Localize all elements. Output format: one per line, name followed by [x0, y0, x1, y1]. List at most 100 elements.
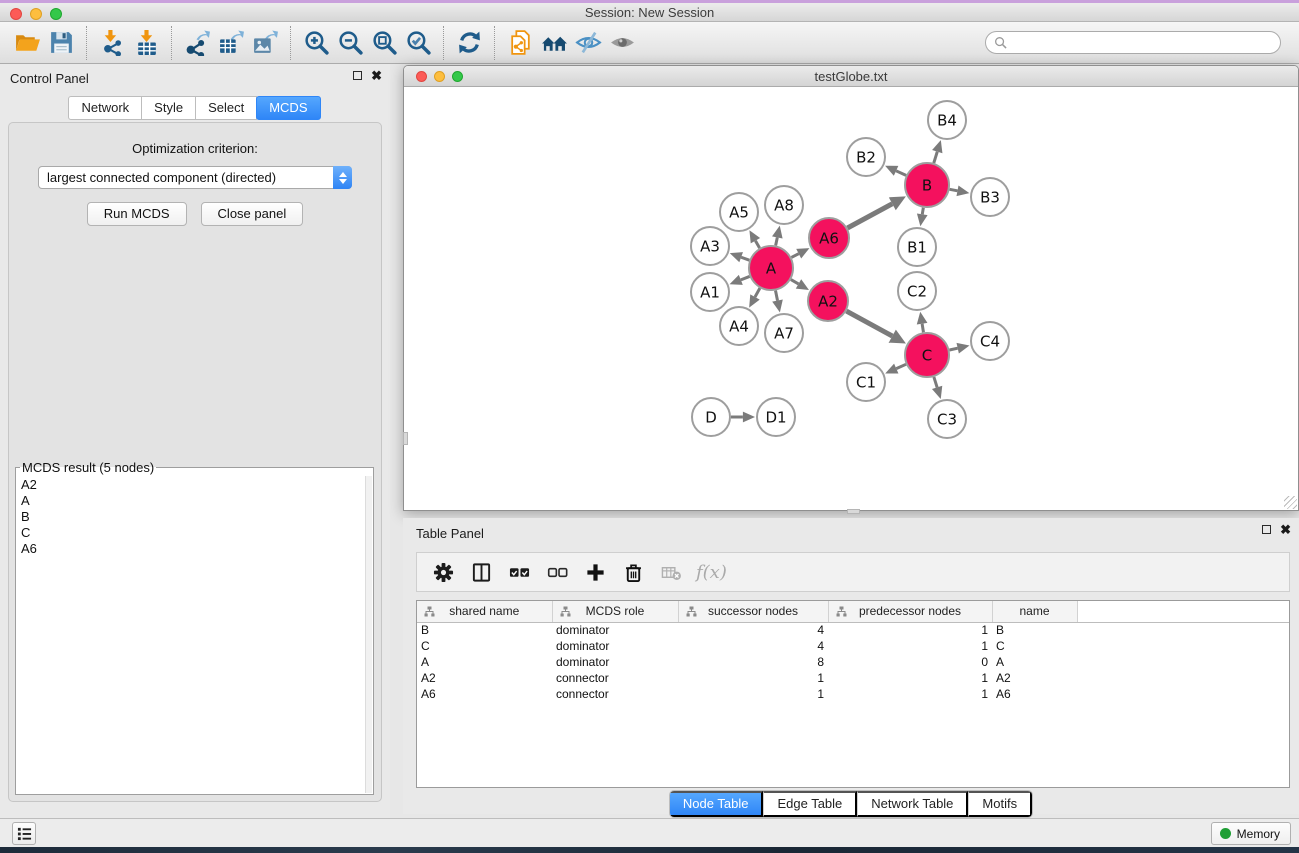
table-cell[interactable]: connector	[552, 670, 678, 686]
optimization-criterion-select[interactable]: largest connected component (directed)	[38, 166, 352, 189]
mcds-result-list[interactable]: A2ABCA6	[16, 475, 365, 794]
tab-style[interactable]: Style	[141, 96, 196, 120]
zoom-selected-button[interactable]	[401, 26, 435, 60]
tab-node-table[interactable]: Node Table	[670, 791, 764, 817]
table-cell[interactable]: 1	[828, 670, 992, 686]
import-table-button[interactable]	[129, 26, 163, 60]
network-graph[interactable]: ABCA6A2A1A3A4A5A7A8B1B2B3B4C1C2C3C4DD1	[404, 87, 1298, 510]
table-row[interactable]: A2connector11A2	[417, 670, 1289, 686]
table-cell[interactable]: 1	[828, 686, 992, 702]
hide-selected-button[interactable]	[571, 26, 605, 60]
graph-edge[interactable]	[847, 204, 892, 228]
graph-edge[interactable]	[949, 348, 957, 350]
graph-edge[interactable]	[922, 208, 923, 215]
table-cell[interactable]: 1	[678, 670, 828, 686]
graph-edge[interactable]	[791, 280, 799, 284]
graph-edge[interactable]	[922, 324, 923, 333]
add-column-button[interactable]	[578, 556, 612, 588]
close-panel-icon[interactable]: ✖	[371, 70, 382, 81]
search-field[interactable]	[985, 31, 1281, 54]
table-cell[interactable]: C	[417, 638, 552, 654]
delete-column-button[interactable]	[616, 556, 650, 588]
graph-edge[interactable]	[741, 257, 749, 260]
zoom-in-button[interactable]	[299, 26, 333, 60]
table-cell[interactable]: 8	[678, 654, 828, 670]
column-header-MCDS-role[interactable]: MCDS role	[552, 601, 678, 622]
search-input[interactable]	[1012, 36, 1272, 50]
show-all-button[interactable]	[605, 26, 639, 60]
run-mcds-button[interactable]: Run MCDS	[87, 202, 187, 226]
network-window-titlebar[interactable]: testGlobe.txt	[404, 66, 1298, 87]
graph-edge[interactable]	[934, 377, 937, 387]
zoom-out-button[interactable]	[333, 26, 367, 60]
select-all-button[interactable]	[502, 556, 536, 588]
column-header-successor-nodes[interactable]: successor nodes	[678, 601, 828, 622]
export-table-button[interactable]	[214, 26, 248, 60]
column-header-shared-name[interactable]: shared name	[417, 601, 552, 622]
table-cell[interactable]: connector	[552, 686, 678, 702]
tab-select[interactable]: Select	[195, 96, 257, 120]
refresh-view-button[interactable]	[452, 26, 486, 60]
show-tasks-button[interactable]	[12, 822, 36, 845]
mcds-result-item[interactable]: A2	[21, 477, 365, 493]
float-panel-icon[interactable]	[353, 71, 362, 80]
table-cell[interactable]: A2	[992, 670, 1077, 686]
table-cell[interactable]: 1	[828, 622, 992, 638]
table-cell[interactable]: dominator	[552, 638, 678, 654]
graph-edge[interactable]	[755, 241, 759, 248]
import-network-button[interactable]	[95, 26, 129, 60]
column-header-name[interactable]: name	[992, 601, 1077, 622]
tab-network-table[interactable]: Network Table	[857, 791, 968, 817]
export-network-button[interactable]	[180, 26, 214, 60]
mcds-result-item[interactable]: A6	[21, 541, 365, 557]
close-panel-button[interactable]: Close panel	[201, 202, 304, 226]
tab-network[interactable]: Network	[68, 96, 142, 120]
clone-network-button[interactable]	[503, 26, 537, 60]
open-session-button[interactable]	[10, 26, 44, 60]
graph-edge[interactable]	[755, 288, 760, 297]
table-cell[interactable]: C	[992, 638, 1077, 654]
graph-edge[interactable]	[896, 364, 906, 368]
graph-edge[interactable]	[950, 189, 958, 191]
mcds-scrollbar[interactable]	[365, 476, 372, 793]
table-cell[interactable]: B	[417, 622, 552, 638]
table-cell[interactable]: 4	[678, 622, 828, 638]
table-cell[interactable]: A6	[992, 686, 1077, 702]
network-canvas[interactable]: ABCA6A2A1A3A4A5A7A8B1B2B3B4C1C2C3C4DD1	[404, 87, 1298, 510]
table-cell[interactable]: dominator	[552, 654, 678, 670]
table-row[interactable]: A6connector11A6	[417, 686, 1289, 702]
graph-edge[interactable]	[934, 152, 938, 163]
tab-motifs[interactable]: Motifs	[968, 791, 1032, 817]
graph-edge[interactable]	[776, 291, 778, 301]
save-session-button[interactable]	[44, 26, 78, 60]
graph-edge[interactable]	[791, 254, 798, 258]
tab-edge-table[interactable]: Edge Table	[763, 791, 857, 817]
column-header-predecessor-nodes[interactable]: predecessor nodes	[828, 601, 992, 622]
mcds-result-item[interactable]: C	[21, 525, 365, 541]
graph-edge[interactable]	[741, 276, 750, 279]
home-view-button[interactable]	[537, 26, 571, 60]
graph-edge[interactable]	[846, 311, 892, 336]
graph-edge[interactable]	[896, 171, 906, 176]
show-columns-button[interactable]	[464, 556, 498, 588]
table-row[interactable]: Bdominator41B	[417, 622, 1289, 638]
graph-edge[interactable]	[776, 237, 778, 245]
table-row[interactable]: Cdominator41C	[417, 638, 1289, 654]
table-cell[interactable]: B	[992, 622, 1077, 638]
table-cell[interactable]: A6	[417, 686, 552, 702]
splitter-handle-left[interactable]	[403, 432, 408, 445]
table-cell[interactable]: A2	[417, 670, 552, 686]
table-cell[interactable]: 1	[678, 686, 828, 702]
close-table-panel-icon[interactable]: ✖	[1280, 524, 1291, 535]
table-settings-button[interactable]	[426, 556, 460, 588]
float-table-panel-icon[interactable]	[1262, 525, 1271, 534]
resize-grip[interactable]	[1284, 496, 1297, 509]
mcds-result-item[interactable]: A	[21, 493, 365, 509]
table-cell[interactable]: 4	[678, 638, 828, 654]
table-cell[interactable]: 0	[828, 654, 992, 670]
zoom-fit-button[interactable]	[367, 26, 401, 60]
tab-mcds[interactable]: MCDS	[256, 96, 320, 120]
table-cell[interactable]: 1	[828, 638, 992, 654]
splitter-handle-bottom[interactable]	[847, 509, 860, 514]
mcds-result-item[interactable]: B	[21, 509, 365, 525]
